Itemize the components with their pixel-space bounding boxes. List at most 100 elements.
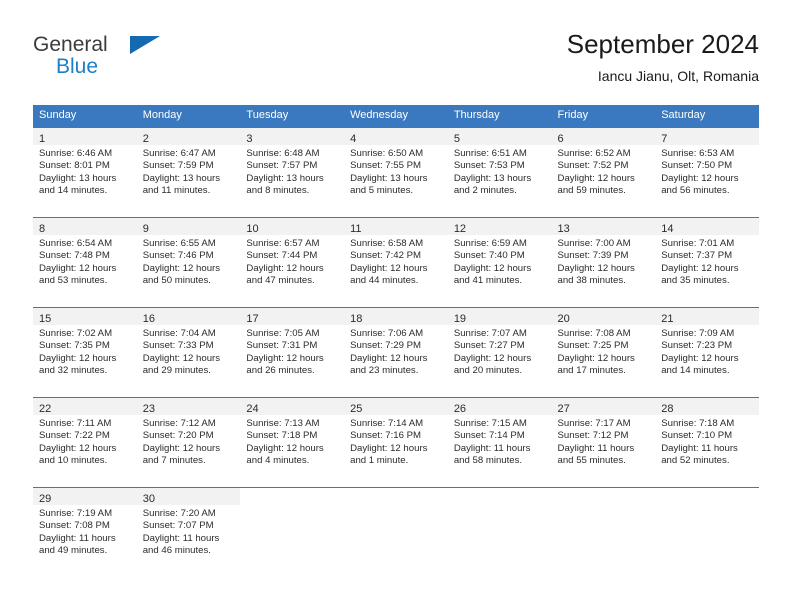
daylight-text: Daylight: 12 hours and 20 minutes. (453, 352, 532, 376)
calendar-day-cell[interactable]: 26 Sunrise: 7:15 AM Sunset: 7:14 PM Dayligh… (447, 398, 552, 487)
sunrise-text: Sunrise: 6:51 AM (453, 148, 527, 159)
sunrise-text: Sunrise: 7:15 AM (453, 418, 527, 429)
sunrise-text: Sunrise: 7:12 AM (142, 418, 216, 429)
day-number-band: 19 (447, 308, 552, 325)
sunset-text: Sunset: 7:42 PM (350, 250, 422, 262)
day-number-band (448, 488, 552, 505)
logo-triangle-icon (130, 36, 160, 54)
calendar-day-cell[interactable]: 7 Sunrise: 6:53 AM Sunset: 7:50 PM Daylight… (655, 128, 759, 217)
sunrise-text: Sunrise: 7:01 AM (661, 238, 735, 249)
calendar-day-cell[interactable]: 8 Sunrise: 6:54 AM Sunset: 7:48 PM Daylight… (33, 218, 137, 307)
calendar-day-cell[interactable]: 6 Sunrise: 6:52 AM Sunset: 7:52 PM Daylight… (551, 128, 656, 217)
sunset-text: Sunset: 7:44 PM (246, 250, 318, 262)
calendar-day-cell[interactable]: 19 Sunrise: 7:07 AM Sunset: 7:27 PM Dayligh… (447, 308, 552, 397)
sunrise-text: Sunrise: 6:55 AM (142, 238, 216, 249)
day-details: Sunrise: 7:09 AM Sunset: 7:23 PM Daylight:… (655, 325, 759, 377)
day-details: Sunrise: 7:11 AM Sunset: 7:22 PM Daylight:… (33, 415, 137, 467)
day-number-band: 23 (136, 398, 241, 415)
sunrise-text: Sunrise: 7:17 AM (557, 418, 631, 429)
calendar-day-cell[interactable]: 25 Sunrise: 7:14 AM Sunset: 7:16 PM Dayligh… (344, 398, 448, 487)
calendar-day-cell[interactable]: 13 Sunrise: 7:00 AM Sunset: 7:39 PM Dayligh… (551, 218, 656, 307)
calendar-day-cell[interactable]: 1 Sunrise: 6:46 AM Sunset: 8:01 PM Daylight… (33, 128, 137, 217)
calendar-header-row: Sunday Monday Tuesday Wednesday Thursday Frid… (33, 105, 759, 128)
day-number-band: 17 (240, 308, 345, 325)
day-number: 25 (350, 403, 363, 415)
page-header: General Blue September 2024 Iancu Jianu,… (33, 28, 759, 98)
calendar-day-cell[interactable]: 30 Sunrise: 7:20 AM Sunset: 7:07 PM Dayligh… (136, 488, 241, 577)
calendar-day-cell[interactable]: 17 Sunrise: 7:05 AM Sunset: 7:31 PM Dayligh… (240, 308, 345, 397)
day-details: Sunrise: 7:06 AM Sunset: 7:29 PM Daylight:… (344, 325, 448, 377)
calendar-day-cell[interactable]: 27 Sunrise: 7:17 AM Sunset: 7:12 PM Dayligh… (551, 398, 656, 487)
day-number: 8 (39, 223, 46, 235)
sunset-text: Sunset: 7:20 PM (142, 430, 214, 442)
calendar-day-cell[interactable]: 9 Sunrise: 6:55 AM Sunset: 7:46 PM Daylight… (136, 218, 241, 307)
day-number-band: 30 (136, 488, 241, 505)
sunrise-text: Sunrise: 7:14 AM (350, 418, 424, 429)
calendar-day-cell[interactable]: 5 Sunrise: 6:51 AM Sunset: 7:53 PM Daylight… (447, 128, 552, 217)
day-number: 23 (142, 403, 155, 415)
calendar-day-cell[interactable]: 20 Sunrise: 7:08 AM Sunset: 7:25 PM Dayligh… (551, 308, 656, 397)
daylight-text: Daylight: 13 hours and 5 minutes. (350, 172, 428, 196)
calendar-day-cell[interactable]: 16 Sunrise: 7:04 AM Sunset: 7:33 PM Dayligh… (136, 308, 241, 397)
day-details: Sunrise: 6:47 AM Sunset: 7:59 PM Daylight:… (137, 145, 241, 197)
day-details: Sunrise: 7:17 AM Sunset: 7:12 PM Daylight:… (552, 415, 656, 467)
calendar-day-cell[interactable]: 10 Sunrise: 6:57 AM Sunset: 7:44 PM Dayligh… (240, 218, 345, 307)
calendar-day-cell[interactable]: 12 Sunrise: 6:59 AM Sunset: 7:40 PM Dayligh… (447, 218, 552, 307)
calendar-day-cell[interactable]: 28 Sunrise: 7:18 AM Sunset: 7:10 PM Dayligh… (655, 398, 759, 487)
calendar-day-cell[interactable]: 22 Sunrise: 7:11 AM Sunset: 7:22 PM Dayligh… (33, 398, 137, 487)
sunset-text: Sunset: 7:31 PM (246, 340, 318, 352)
day-number-band: 1 (33, 128, 137, 145)
day-number-band (655, 488, 759, 505)
sunset-text: Sunset: 7:25 PM (557, 340, 629, 352)
day-number: 18 (350, 313, 363, 325)
day-number-band: 15 (33, 308, 137, 325)
sunrise-text: Sunrise: 7:07 AM (453, 328, 527, 339)
calendar-day-cell[interactable]: 29 Sunrise: 7:19 AM Sunset: 7:08 PM Dayligh… (33, 488, 137, 577)
day-number-band: 10 (240, 218, 345, 235)
day-number-band: 4 (344, 128, 448, 145)
day-number: 17 (246, 313, 259, 325)
sunrise-text: Sunrise: 6:57 AM (246, 238, 320, 249)
calendar-day-cell[interactable]: 2 Sunrise: 6:47 AM Sunset: 7:59 PM Daylight… (136, 128, 241, 217)
day-number-band: 28 (655, 398, 759, 415)
sunset-text: Sunset: 7:23 PM (661, 340, 733, 352)
day-number-band: 11 (344, 218, 448, 235)
day-number-band: 27 (551, 398, 656, 415)
calendar-day-cell-empty (240, 488, 344, 577)
day-details: Sunrise: 7:12 AM Sunset: 7:20 PM Daylight:… (137, 415, 241, 467)
daylight-text: Daylight: 13 hours and 11 minutes. (142, 172, 221, 196)
day-number: 24 (246, 403, 259, 415)
daylight-text: Daylight: 12 hours and 4 minutes. (246, 442, 324, 466)
weekday-header-wednesday: Wednesday (344, 105, 448, 128)
calendar-body: 1 Sunrise: 6:46 AM Sunset: 8:01 PM Daylight… (33, 127, 759, 577)
calendar-day-cell[interactable]: 4 Sunrise: 6:50 AM Sunset: 7:55 PM Daylight… (344, 128, 448, 217)
day-number-band (240, 488, 344, 505)
day-details: Sunrise: 7:14 AM Sunset: 7:16 PM Daylight:… (344, 415, 448, 467)
daylight-text: Daylight: 12 hours and 44 minutes. (350, 262, 428, 286)
calendar-day-cell[interactable]: 18 Sunrise: 7:06 AM Sunset: 7:29 PM Dayligh… (344, 308, 448, 397)
calendar-day-cell[interactable]: 14 Sunrise: 7:01 AM Sunset: 7:37 PM Dayligh… (655, 218, 759, 307)
sunrise-text: Sunrise: 6:48 AM (246, 148, 320, 159)
sunset-text: Sunset: 8:01 PM (39, 160, 110, 172)
day-number-band: 8 (33, 218, 137, 235)
day-details: Sunrise: 7:05 AM Sunset: 7:31 PM Daylight:… (240, 325, 344, 377)
day-details: Sunrise: 7:07 AM Sunset: 7:27 PM Daylight:… (448, 325, 552, 377)
sunrise-text: Sunrise: 7:06 AM (350, 328, 424, 339)
day-details: Sunrise: 7:00 AM Sunset: 7:39 PM Daylight:… (552, 235, 656, 287)
calendar-day-cell-empty (448, 488, 552, 577)
calendar-day-cell[interactable]: 21 Sunrise: 7:09 AM Sunset: 7:23 PM Dayligh… (655, 308, 759, 397)
daylight-text: Daylight: 13 hours and 8 minutes. (246, 172, 324, 196)
general-blue-logo[interactable]: General Blue (33, 34, 233, 90)
calendar-day-cell[interactable]: 23 Sunrise: 7:12 AM Sunset: 7:20 PM Dayligh… (136, 398, 241, 487)
day-number: 27 (557, 403, 570, 415)
sunrise-text: Sunrise: 7:00 AM (557, 238, 631, 249)
calendar-day-cell[interactable]: 15 Sunrise: 7:02 AM Sunset: 7:35 PM Dayligh… (33, 308, 137, 397)
daylight-text: Daylight: 11 hours and 58 minutes. (453, 442, 531, 466)
daylight-text: Daylight: 12 hours and 17 minutes. (557, 352, 635, 376)
day-number: 22 (39, 403, 52, 415)
sunset-text: Sunset: 7:07 PM (142, 520, 214, 532)
day-number-band: 24 (240, 398, 345, 415)
calendar-day-cell[interactable]: 24 Sunrise: 7:13 AM Sunset: 7:18 PM Dayligh… (240, 398, 345, 487)
calendar-day-cell[interactable]: 3 Sunrise: 6:48 AM Sunset: 7:57 PM Daylight… (240, 128, 345, 217)
calendar-day-cell[interactable]: 11 Sunrise: 6:58 AM Sunset: 7:42 PM Dayligh… (344, 218, 448, 307)
